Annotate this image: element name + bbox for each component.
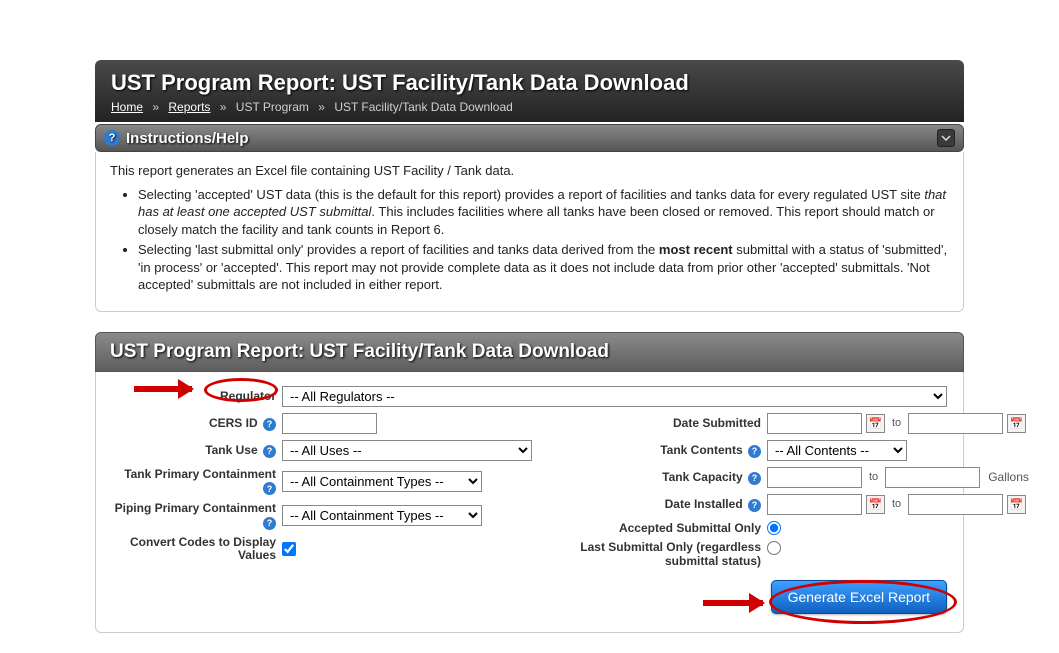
collapse-button[interactable] xyxy=(937,129,955,147)
calendar-icon[interactable]: 📅 xyxy=(866,495,885,514)
breadcrumb-current: UST Facility/Tank Data Download xyxy=(334,100,513,114)
page-title: UST Program Report: UST Facility/Tank Da… xyxy=(111,70,948,96)
accepted-only-radio[interactable] xyxy=(767,521,781,535)
last-only-radio[interactable] xyxy=(767,541,781,555)
instructions-intro: This report generates an Excel file cont… xyxy=(110,162,949,180)
breadcrumb-sep: » xyxy=(220,100,227,114)
breadcrumb-sep: » xyxy=(318,100,325,114)
instructions-bullet-1: Selecting 'accepted' UST data (this is t… xyxy=(138,186,949,239)
date-submitted-label: Date Submitted xyxy=(673,416,761,430)
instructions-body: This report generates an Excel file cont… xyxy=(95,152,964,312)
last-only-label: Last Submittal Only (regardless submitta… xyxy=(580,540,761,568)
breadcrumb-program: UST Program xyxy=(236,100,309,114)
date-submitted-to[interactable] xyxy=(908,413,1003,434)
breadcrumb-sep: » xyxy=(152,100,159,114)
tank-use-select[interactable]: -- All Uses -- xyxy=(282,440,532,461)
to-label: to xyxy=(869,471,878,483)
date-installed-to[interactable] xyxy=(908,494,1003,515)
page-header: UST Program Report: UST Facility/Tank Da… xyxy=(95,60,964,122)
tank-primary-label: Tank Primary Containment xyxy=(124,467,276,481)
instructions-header: ? Instructions/Help xyxy=(95,124,964,152)
to-label: to xyxy=(892,498,901,510)
breadcrumb-reports[interactable]: Reports xyxy=(168,100,210,114)
help-icon[interactable]: ? xyxy=(263,418,276,431)
tank-primary-select[interactable]: -- All Containment Types -- xyxy=(282,471,482,492)
tank-capacity-to[interactable] xyxy=(885,467,980,488)
piping-primary-label: Piping Primary Containment xyxy=(115,501,276,515)
form-section-header: UST Program Report: UST Facility/Tank Da… xyxy=(95,332,964,372)
form-body: Regulator -- All Regulators -- CERS ID ?… xyxy=(95,372,964,634)
accepted-only-label: Accepted Submittal Only xyxy=(619,521,761,535)
tank-use-label: Tank Use xyxy=(205,443,257,457)
date-installed-from[interactable] xyxy=(767,494,862,515)
instructions-title: Instructions/Help xyxy=(126,130,249,147)
help-icon[interactable]: ? xyxy=(748,445,761,458)
gallons-label: Gallons xyxy=(988,470,1029,484)
help-icon[interactable]: ? xyxy=(263,445,276,458)
calendar-icon[interactable]: 📅 xyxy=(866,414,885,433)
to-label: to xyxy=(892,417,901,429)
calendar-icon[interactable]: 📅 xyxy=(1007,414,1026,433)
convert-codes-label: Convert Codes to Display Values xyxy=(130,535,276,562)
generate-report-button[interactable]: Generate Excel Report xyxy=(771,580,947,614)
cers-id-label: CERS ID xyxy=(209,416,258,430)
piping-primary-select[interactable]: -- All Containment Types -- xyxy=(282,505,482,526)
help-icon[interactable]: ? xyxy=(263,517,276,530)
tank-contents-label: Tank Contents xyxy=(660,443,742,457)
help-icon[interactable]: ? xyxy=(748,499,761,512)
breadcrumb-home[interactable]: Home xyxy=(111,100,143,114)
regulator-label: Regulator xyxy=(112,389,282,403)
tank-capacity-from[interactable] xyxy=(767,467,862,488)
help-icon: ? xyxy=(104,130,120,146)
instructions-bullet-2: Selecting 'last submittal only' provides… xyxy=(138,241,949,294)
tank-capacity-label: Tank Capacity xyxy=(662,470,742,484)
cers-id-input[interactable] xyxy=(282,413,377,434)
tank-contents-select[interactable]: -- All Contents -- xyxy=(767,440,907,461)
date-installed-label: Date Installed xyxy=(665,497,743,511)
convert-codes-checkbox[interactable] xyxy=(282,542,296,556)
help-icon[interactable]: ? xyxy=(263,482,276,495)
help-icon[interactable]: ? xyxy=(748,472,761,485)
calendar-icon[interactable]: 📅 xyxy=(1007,495,1026,514)
date-submitted-from[interactable] xyxy=(767,413,862,434)
breadcrumb: Home » Reports » UST Program » UST Facil… xyxy=(111,100,948,114)
regulator-select[interactable]: -- All Regulators -- xyxy=(282,386,947,407)
